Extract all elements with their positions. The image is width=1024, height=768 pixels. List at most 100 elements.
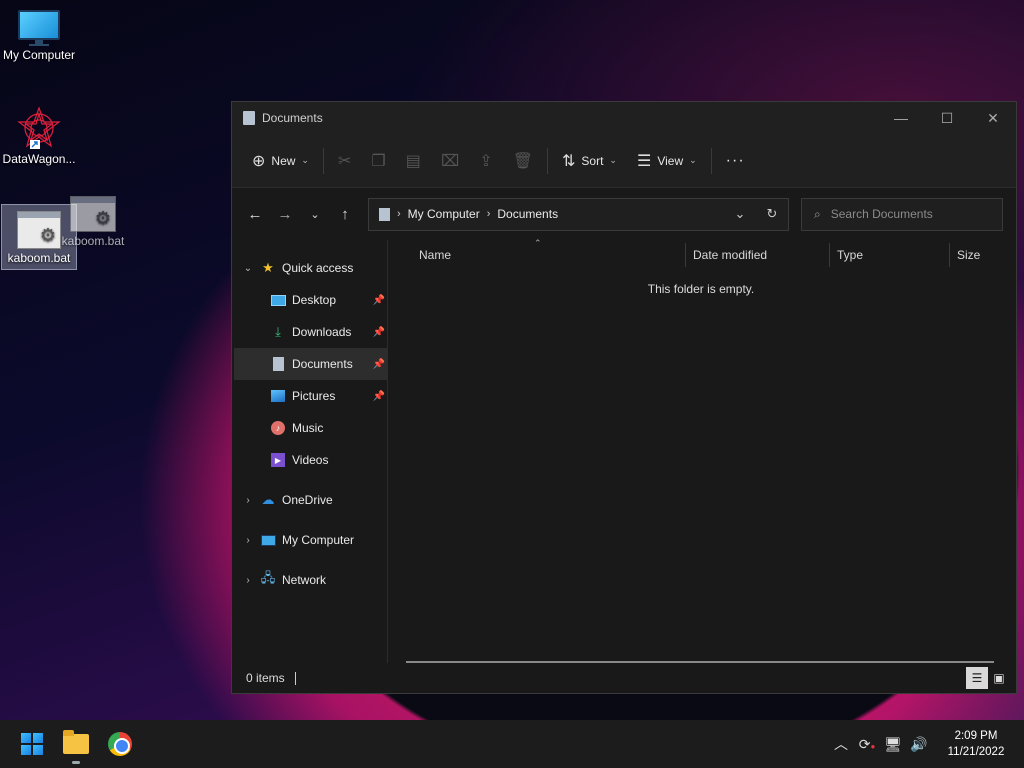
new-button[interactable]: ⊕ New ⌄ <box>242 144 319 178</box>
sort-label: Sort <box>581 153 604 168</box>
column-type[interactable]: Type <box>830 243 950 267</box>
empty-folder-message: This folder is empty. <box>647 282 755 296</box>
desktop-folder-icon <box>270 292 286 308</box>
copy-button[interactable]: ❐ <box>361 144 395 178</box>
nav-network[interactable]: › 🖧 Network <box>234 564 387 596</box>
more-options-button[interactable]: ··· <box>716 144 755 178</box>
nav-item-desktop[interactable]: Desktop 📌 <box>234 284 387 316</box>
start-button[interactable] <box>10 722 54 766</box>
picture-icon <box>270 388 286 404</box>
volume-icon[interactable]: 🔊 <box>906 736 932 753</box>
desktop-icon-label: DataWagon... <box>2 152 76 166</box>
share-button[interactable]: ⇪ <box>469 144 502 178</box>
chevron-right-icon: › <box>486 208 491 220</box>
sync-alert-icon[interactable]: ⟳● <box>854 736 880 753</box>
document-icon <box>379 207 390 221</box>
search-input[interactable] <box>830 207 981 221</box>
rename-button[interactable]: ⌧ <box>431 144 469 178</box>
nav-my-computer[interactable]: › My Computer <box>234 524 387 556</box>
divider <box>322 147 324 174</box>
desktop-icon-datawagon[interactable]: DataWagon... <box>0 106 78 166</box>
clipboard-icon: ▤ <box>405 152 421 170</box>
taskbar: ︿ ⟳● 🖥 🔊 2:09 PM 11/21/2022 <box>0 720 1024 768</box>
column-date-modified[interactable]: Date modified <box>686 243 830 267</box>
details-view-icon: ☰ <box>971 671 983 685</box>
address-bar[interactable]: › My Computer › Documents ⌄ ↻ <box>368 197 789 231</box>
chevron-down-icon: ⌄ <box>310 208 320 221</box>
up-button[interactable]: ↑ <box>330 199 360 229</box>
nav-item-music[interactable]: ♪ Music <box>234 412 387 444</box>
copy-icon: ❐ <box>371 152 386 170</box>
status-divider <box>294 671 296 685</box>
paste-button[interactable]: ▤ <box>396 144 431 178</box>
cut-button[interactable]: ✂ <box>328 144 361 178</box>
desktop-icon-kaboom-bat-dragging[interactable]: ⚙ kaboom.bat <box>54 196 132 248</box>
document-icon <box>270 356 286 372</box>
clock-time: 2:09 PM <box>954 730 998 742</box>
refresh-button[interactable]: ↻ <box>756 206 788 222</box>
scissors-icon: ✂ <box>337 152 352 170</box>
chevron-down-icon[interactable]: ⌄ <box>236 263 260 274</box>
arrow-right-icon: → <box>277 205 293 223</box>
arrow-left-icon: ← <box>247 205 263 223</box>
window-title: Documents <box>262 111 323 125</box>
music-icon: ♪ <box>270 420 286 436</box>
nav-label: Videos <box>292 453 329 467</box>
clock[interactable]: 2:09 PM 11/21/2022 <box>940 728 1012 760</box>
document-icon <box>243 111 255 125</box>
new-label: New <box>271 153 296 168</box>
network-status-icon[interactable]: 🖥 <box>880 736 906 753</box>
view-list-icon: ☰ <box>636 152 652 170</box>
nav-item-videos[interactable]: ▶ Videos <box>234 444 387 476</box>
large-icons-view-button[interactable]: ▣ <box>988 667 1010 689</box>
search-box[interactable]: ⌕ <box>801 197 1003 231</box>
nav-label: OneDrive <box>282 493 333 507</box>
file-explorer-taskbar-button[interactable] <box>54 722 98 766</box>
details-view-button[interactable]: ☰ <box>966 667 988 689</box>
view-button[interactable]: ☰ View ⌄ <box>627 144 707 178</box>
nav-label: Desktop <box>292 293 337 307</box>
address-history-button[interactable]: ⌄ <box>724 206 756 222</box>
title-bar[interactable]: Documents — ☐ ✕ <box>232 102 1016 134</box>
minimize-button[interactable]: — <box>878 102 924 134</box>
windows-logo-icon <box>21 733 43 755</box>
forward-button[interactable]: → <box>270 199 300 229</box>
back-button[interactable]: ← <box>240 199 270 229</box>
close-button[interactable]: ✕ <box>970 102 1016 134</box>
nav-onedrive[interactable]: › ☁ OneDrive <box>234 484 387 516</box>
video-icon: ▶ <box>270 452 286 468</box>
chevron-right-icon[interactable]: › <box>236 575 260 586</box>
breadcrumb-documents[interactable]: Documents <box>497 207 558 221</box>
cloud-icon: ☁ <box>261 492 275 507</box>
chevron-right-icon[interactable]: › <box>236 535 260 546</box>
delete-button[interactable]: 🗑 <box>503 144 543 178</box>
desktop-icon-my-computer[interactable]: My Computer <box>0 10 78 62</box>
divider <box>710 147 712 174</box>
sort-ascending-icon: ⌃ <box>534 238 542 248</box>
breadcrumb-my-computer[interactable]: My Computer <box>408 207 480 221</box>
show-hidden-icons-button[interactable]: ︿ <box>828 734 854 754</box>
monitor-icon <box>260 532 276 548</box>
column-name[interactable]: Name <box>412 243 686 267</box>
nav-label: Documents <box>292 357 353 371</box>
nav-quick-access[interactable]: ⌄ ★ Quick access <box>234 252 387 284</box>
maximize-button[interactable]: ☐ <box>924 102 970 134</box>
nav-item-pictures[interactable]: Pictures 📌 <box>234 380 387 412</box>
folder-icon <box>63 730 89 754</box>
nav-label: Pictures <box>292 389 336 403</box>
download-icon: ⤓ <box>275 324 281 339</box>
chrome-icon <box>108 732 132 756</box>
nav-label: Downloads <box>292 325 352 339</box>
view-label: View <box>657 153 684 168</box>
nav-item-downloads[interactable]: ⤓ Downloads 📌 <box>234 316 387 348</box>
nav-item-documents[interactable]: Documents 📌 <box>234 348 387 380</box>
chrome-taskbar-button[interactable] <box>98 722 142 766</box>
chevron-right-icon[interactable]: › <box>236 495 260 506</box>
recent-locations-button[interactable]: ⌄ <box>300 199 330 229</box>
chevron-down-icon: ⌄ <box>301 155 309 165</box>
column-size[interactable]: Size <box>950 243 1024 267</box>
pin-icon: 📌 <box>372 390 385 402</box>
pin-icon: 📌 <box>372 294 385 306</box>
sort-button[interactable]: ⇅ Sort ⌄ <box>552 144 627 178</box>
nav-label: Quick access <box>282 261 354 275</box>
